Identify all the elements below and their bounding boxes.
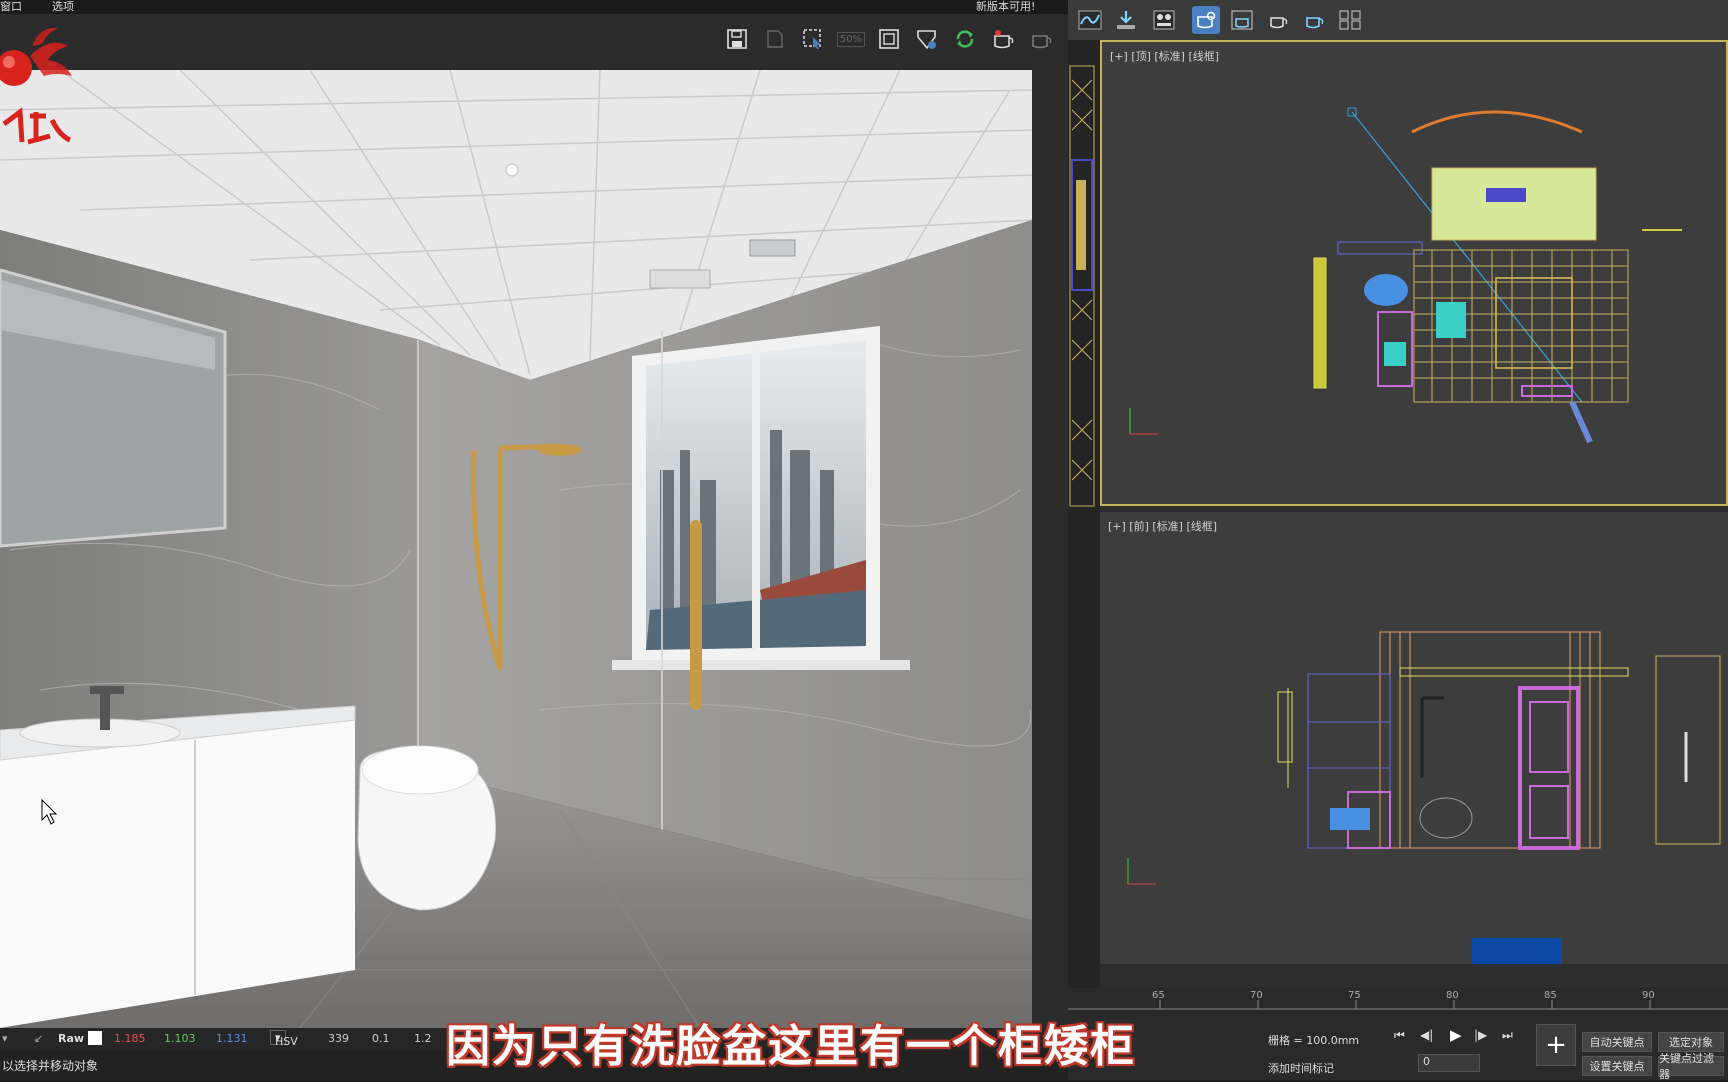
- pick-icon[interactable]: ↙: [34, 1032, 43, 1045]
- tick-80: 80: [1446, 990, 1459, 1001]
- teapot-icon[interactable]: [1026, 24, 1056, 54]
- set-key-plus-icon[interactable]: +: [1536, 1024, 1576, 1066]
- add-time-tag[interactable]: 添加时间标记: [1268, 1060, 1334, 1076]
- render-image: [0, 70, 1032, 1028]
- frame-buffer-window: 50% ▾ ↙ Raw 1.185 1.103 1.131 HSV ▾ 339 …: [0, 14, 1068, 1080]
- goto-end-icon[interactable]: ⏭: [1502, 1028, 1513, 1043]
- tick-65: 65: [1152, 990, 1165, 1001]
- frame-icon[interactable]: [874, 24, 904, 54]
- green-value: 1.103: [164, 1032, 196, 1045]
- tick-75: 75: [1348, 990, 1361, 1001]
- menu-window[interactable]: 窗口: [0, 0, 22, 14]
- auto-key-button[interactable]: 自动关键点: [1582, 1032, 1652, 1052]
- active-shade-icon[interactable]: [1300, 6, 1328, 34]
- play-icon[interactable]: ▶: [1450, 1026, 1462, 1044]
- update-notice[interactable]: 新版本可用!: [976, 0, 1035, 14]
- curve-editor-icon[interactable]: [1076, 6, 1104, 34]
- grid-size-text: 栅格 = 100.0mm: [1268, 1034, 1360, 1047]
- render-setup-icon[interactable]: [1192, 6, 1220, 34]
- material-editor-icon[interactable]: [1150, 6, 1178, 34]
- clear-icon[interactable]: [760, 24, 790, 54]
- render-frame-icon[interactable]: [1228, 6, 1256, 34]
- menu-options[interactable]: 选项: [52, 0, 74, 14]
- zoom-50-icon[interactable]: 50%: [836, 24, 866, 54]
- value-v: 1.2: [414, 1032, 432, 1045]
- prev-frame-icon[interactable]: ◀|: [1420, 1028, 1433, 1042]
- timeline-ruler[interactable]: 65 70 75 80 85 90: [1068, 988, 1728, 1010]
- tick-70: 70: [1250, 990, 1263, 1001]
- region-select-icon[interactable]: [798, 24, 828, 54]
- goto-start-icon[interactable]: ⏮: [1394, 1028, 1405, 1043]
- value-s: 0.1: [372, 1032, 390, 1045]
- frame-spinner[interactable]: 0: [1418, 1054, 1480, 1072]
- max-main-window: [+] [顶] [标准] [线框] [+] [前] [标准] [线框] 65 7…: [1068, 0, 1728, 1081]
- teapot-render-icon[interactable]: [988, 24, 1018, 54]
- video-subtitle: 因为只有洗脸盆这里有一个柜矮柜: [446, 1021, 1136, 1072]
- viewport-top[interactable]: [+] [顶] [标准] [线框]: [1100, 40, 1728, 506]
- render-teapot-icon[interactable]: [1264, 6, 1292, 34]
- blue-value: 1.131: [216, 1032, 248, 1045]
- red-value: 1.185: [114, 1032, 146, 1045]
- save-icon[interactable]: [722, 24, 752, 54]
- lens-icon[interactable]: [912, 24, 942, 54]
- selected-dropdown[interactable]: 选定对象: [1658, 1032, 1724, 1052]
- vfb-toolbar: 50%: [0, 14, 1068, 70]
- import-icon[interactable]: [1112, 6, 1140, 34]
- next-frame-icon[interactable]: |▶: [1474, 1028, 1487, 1042]
- channel-logo: [0, 16, 80, 146]
- schematic-icon[interactable]: [1336, 6, 1364, 34]
- tick-90: 90: [1642, 990, 1655, 1001]
- channel-dropdown[interactable]: ▾: [2, 1032, 8, 1045]
- value-h: 339: [328, 1032, 349, 1045]
- mode-label: Raw: [58, 1032, 85, 1045]
- max-toolbar: [1068, 0, 1728, 40]
- color-swatch[interactable]: [88, 1031, 102, 1045]
- key-filter-button[interactable]: 关键点过滤器: [1658, 1052, 1724, 1081]
- left-side-panel: [1068, 40, 1100, 988]
- tick-85: 85: [1544, 990, 1557, 1001]
- hint-text: 以选择并移动对象: [2, 1059, 99, 1073]
- colorspace-select[interactable]: HSV ▾: [270, 1030, 298, 1048]
- set-key-button[interactable]: 设置关键点: [1582, 1056, 1652, 1076]
- animation-controls: 栅格 = 100.0mm 添加时间标记 ⏮ ◀| ▶ |▶ ⏭ 0 + 自动关键…: [1068, 1010, 1728, 1081]
- viewport-front[interactable]: [+] [前] [标准] [线框]: [1100, 512, 1728, 964]
- refresh-icon[interactable]: [950, 24, 980, 54]
